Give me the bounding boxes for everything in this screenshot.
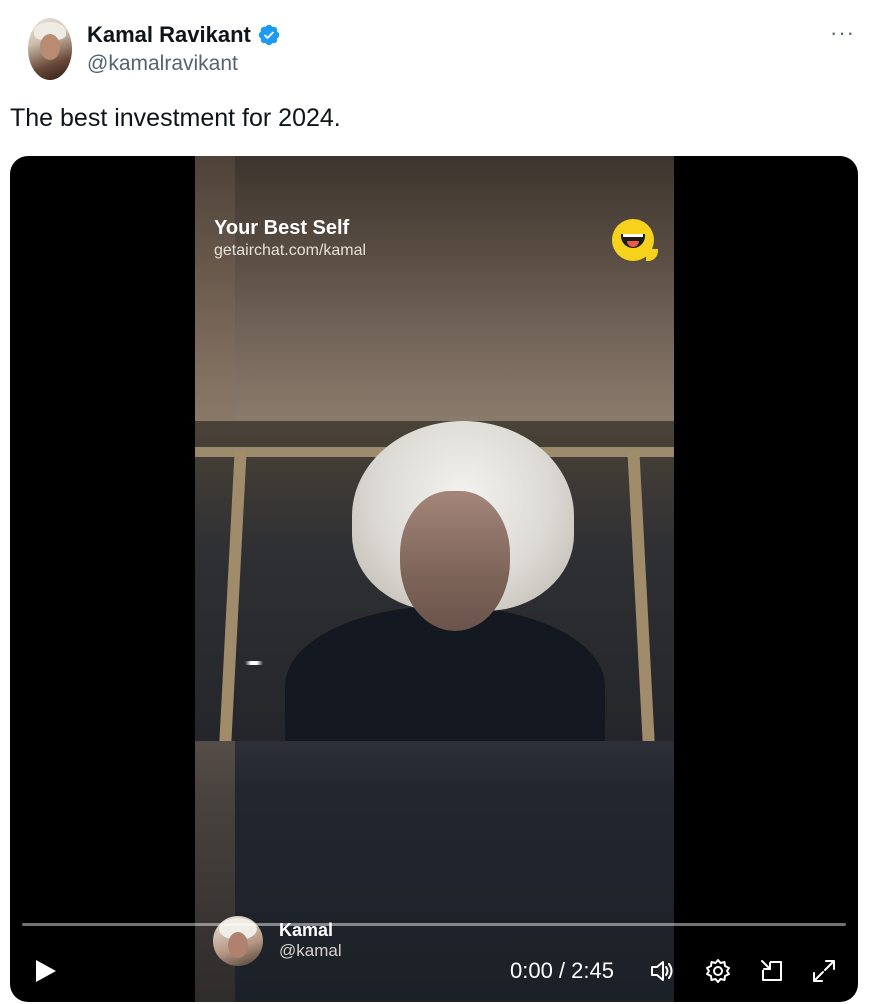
author-handle[interactable]: @kamalravikant: [87, 52, 238, 76]
tweet-text: The best investment for 2024.: [10, 104, 341, 132]
play-icon[interactable]: [30, 956, 60, 986]
volume-icon[interactable]: [648, 957, 676, 985]
more-options-icon[interactable]: ···: [830, 20, 855, 46]
author-name-row: Kamal Ravikant: [87, 22, 281, 48]
video-frame[interactable]: Your Best Self getairchat.com/kamal Kama…: [195, 156, 674, 1002]
author-avatar[interactable]: [28, 18, 72, 80]
fullscreen-icon[interactable]: [810, 957, 838, 985]
verified-badge-icon: [258, 24, 280, 46]
video-progress-bar[interactable]: [22, 923, 846, 926]
video-player[interactable]: Your Best Self getairchat.com/kamal Kama…: [10, 156, 858, 1002]
video-time: 0:00 / 2:45: [510, 958, 614, 983]
gear-icon[interactable]: [704, 957, 732, 985]
video-overlay-url: getairchat.com/kamal: [214, 242, 367, 259]
picture-in-picture-icon[interactable]: [758, 957, 786, 985]
author-display-name[interactable]: Kamal Ravikant: [87, 22, 251, 48]
video-controls: 0:00 / 2:45: [10, 946, 858, 994]
airchat-logo-icon: [612, 219, 658, 261]
speaker-video: [195, 421, 674, 741]
video-overlay-title: Your Best Self: [214, 217, 350, 239]
